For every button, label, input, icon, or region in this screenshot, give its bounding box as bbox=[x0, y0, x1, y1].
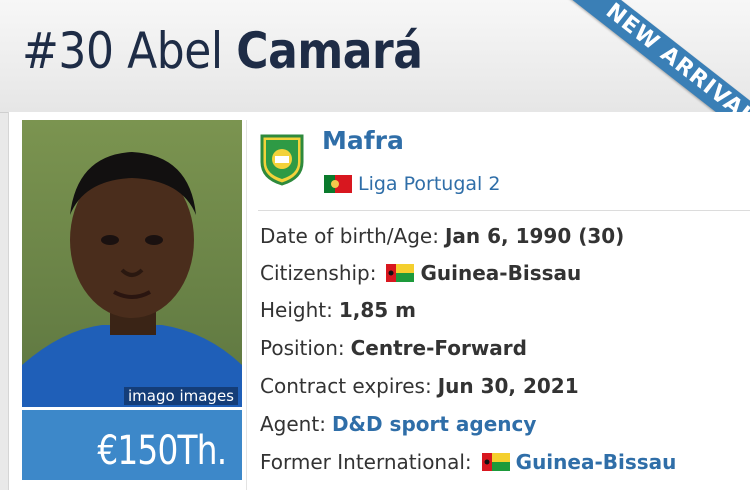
info-row-citizenship: Citizenship: Guinea-Bissau bbox=[260, 259, 581, 287]
guinea-bissau-flag-icon bbox=[481, 453, 510, 471]
position-value: Centre-Forward bbox=[350, 336, 527, 360]
shirt-number: #30 bbox=[22, 22, 114, 80]
player-photo[interactable]: imago images bbox=[22, 120, 242, 407]
info-row-dob: Date of birth/Age: Jan 6, 1990 (30) bbox=[260, 222, 624, 250]
contract-value: Jun 30, 2021 bbox=[437, 374, 579, 398]
info-row-contract: Contract expires: Jun 30, 2021 bbox=[260, 372, 579, 400]
dob-value: Jan 6, 1990 (30) bbox=[444, 224, 625, 248]
vertical-divider bbox=[246, 120, 247, 490]
international-label: Former International: bbox=[260, 450, 472, 474]
market-value: €150Th. bbox=[97, 428, 227, 474]
photo-credit: imago images bbox=[124, 387, 238, 405]
height-label: Height: bbox=[260, 298, 333, 322]
citizenship-value: Guinea-Bissau bbox=[420, 261, 582, 285]
first-name: Abel bbox=[127, 22, 223, 80]
market-value-box[interactable]: €150Th. bbox=[22, 410, 242, 480]
info-row-international: Former International: Guinea-Bissau bbox=[260, 448, 676, 476]
position-label: Position: bbox=[260, 336, 345, 360]
height-value: 1,85 m bbox=[338, 298, 417, 322]
club-name-link[interactable]: Mafra bbox=[322, 126, 404, 155]
last-name: Camará bbox=[236, 22, 423, 80]
player-portrait-image bbox=[22, 120, 242, 407]
agent-label: Agent: bbox=[260, 412, 326, 436]
info-row-agent: Agent: D&D sport agency bbox=[260, 410, 536, 438]
guinea-bissau-flag-icon bbox=[386, 264, 415, 282]
league-link[interactable]: Liga Portugal 2 bbox=[324, 172, 500, 196]
contract-label: Contract expires: bbox=[260, 374, 432, 398]
dob-label: Date of birth/Age: bbox=[260, 224, 439, 248]
info-row-height: Height: 1,85 m bbox=[260, 296, 416, 324]
portugal-flag-icon bbox=[324, 175, 352, 193]
league-name: Liga Portugal 2 bbox=[358, 173, 501, 195]
agent-link[interactable]: D&D sport agency bbox=[332, 412, 536, 436]
player-title: #30 Abel Camará bbox=[22, 22, 423, 80]
citizenship-label: Citizenship: bbox=[260, 261, 377, 285]
club-crest-icon[interactable] bbox=[258, 132, 306, 186]
section-divider bbox=[258, 210, 750, 211]
info-row-position: Position: Centre-Forward bbox=[260, 334, 527, 362]
international-team-link[interactable]: Guinea-Bissau bbox=[516, 450, 677, 474]
